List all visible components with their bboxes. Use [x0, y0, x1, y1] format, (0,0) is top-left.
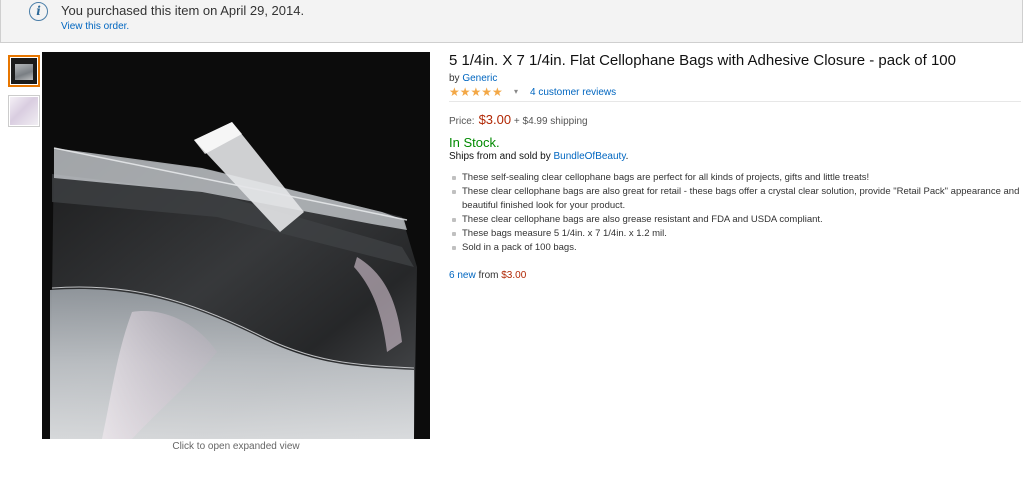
brand-byline: by Generic [449, 73, 497, 84]
cellophane-bag-image [42, 52, 430, 439]
by-label: by [449, 73, 460, 84]
purchase-notice: i You purchased this item on April 29, 2… [0, 0, 1023, 43]
offers-from-label: from [478, 270, 499, 281]
divider [449, 101, 1021, 102]
ships-from-line: Ships from and sold by BundleOfBeauty. [449, 151, 628, 162]
brand-link[interactable]: Generic [462, 73, 497, 84]
purchase-message: You purchased this item on April 29, 201… [61, 3, 305, 18]
feature-bullets: These self-sealing clear cellophane bags… [452, 171, 1020, 255]
chevron-down-icon[interactable]: ▾ [514, 87, 518, 96]
ships-text: Ships from and sold by [449, 151, 551, 162]
customer-reviews-link[interactable]: 4 customer reviews [530, 87, 616, 98]
feature-bullet: These clear cellophane bags are also gre… [452, 213, 1020, 227]
seller-link[interactable]: BundleOfBeauty [554, 151, 626, 162]
stock-status: In Stock. [449, 135, 500, 150]
product-main-image[interactable] [42, 52, 430, 439]
expand-view-caption: Click to open expanded view [172, 441, 300, 452]
offers-line: 6 new from $3.00 [449, 270, 526, 281]
thumbnail-bag-photo[interactable] [8, 55, 40, 87]
view-order-link[interactable]: View this order. [61, 21, 129, 32]
thumbnail-bag-pink[interactable] [8, 95, 40, 127]
star-rating-icon[interactable]: ★★★★★ [449, 85, 503, 99]
offers-price: $3.00 [501, 270, 527, 281]
price-value: $3.00 [478, 112, 512, 127]
feature-bullet: Sold in a pack of 100 bags. [452, 241, 1020, 255]
product-title: 5 1/4in. X 7 1/4in. Flat Cellophane Bags… [449, 52, 956, 69]
price-label: Price: [449, 116, 475, 127]
feature-bullet: These clear cellophane bags are also gre… [452, 185, 1020, 213]
shipping-cost: + $4.99 shipping [513, 116, 588, 127]
new-offers-link[interactable]: 6 new [449, 270, 476, 281]
price-row: Price: $3.00 + $4.99 shipping [449, 112, 588, 127]
feature-bullet: These bags measure 5 1/4in. x 7 1/4in. x… [452, 227, 1020, 241]
feature-bullet: These self-sealing clear cellophane bags… [452, 171, 1020, 185]
ships-end: . [625, 151, 629, 162]
info-icon: i [29, 2, 48, 21]
